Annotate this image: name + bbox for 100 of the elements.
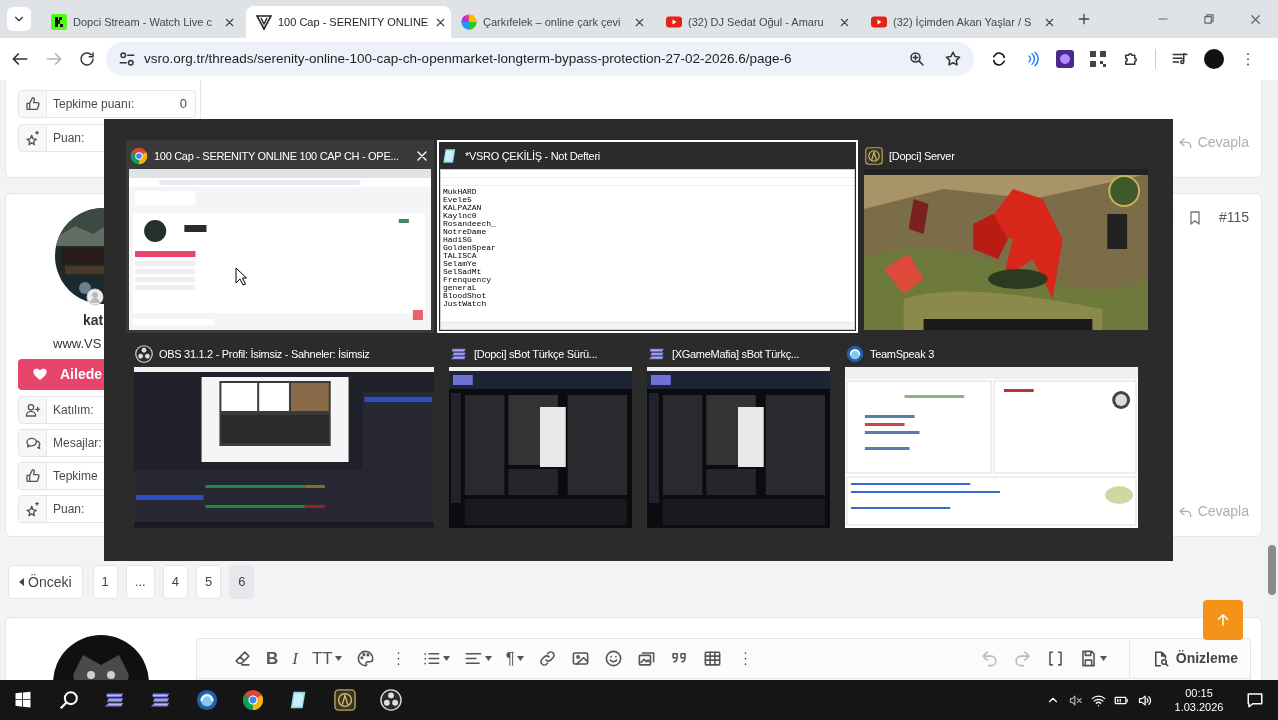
text-line: KALPAZAN — [443, 204, 482, 212]
preview-button[interactable]: Önizleme — [1143, 648, 1238, 669]
stat-label: Mesajlar: — [52, 434, 102, 452]
palette-icon[interactable] — [355, 649, 375, 668]
color-wheel-icon — [461, 14, 477, 30]
search-icon[interactable] — [58, 689, 80, 711]
headset-circle-icon[interactable] — [196, 689, 218, 711]
text-line: HadiSG — [443, 236, 472, 244]
table-icon[interactable] — [702, 649, 722, 668]
caret-icon[interactable] — [334, 656, 342, 661]
window-title: 100 Cap - SERENITY ONLINE 100 CAP CH - OPE... — [154, 148, 400, 164]
browser-tab[interactable]: 100 Cap - SERENITY ONLINE — [246, 6, 451, 38]
window-preview[interactable]: *VSRO ÇEKİLİŞ - Not Defteri MukHARD Evele5 KALPAZAN Kaylnc0 Rosandeech_ NotreDame HadiSG GoldenSpear TALISCA SelamYe SelSadMt Frenquency generaL BloodShot JustWatch — [437, 140, 858, 333]
caret-icon[interactable] — [516, 656, 524, 661]
window-preview[interactable]: TeamSpeak 3 — [842, 338, 1141, 531]
post-number-link[interactable]: #115 — [1214, 207, 1249, 228]
text-size-icon[interactable]: TT — [311, 650, 333, 667]
text-line: SelSadMt — [443, 268, 482, 276]
tab-title: Çarkıfelek – online çark çevi — [483, 14, 622, 30]
emblem-icon — [865, 147, 883, 165]
play-button-icon — [871, 14, 887, 30]
caret-left-icon — [19, 578, 24, 586]
italic-icon[interactable]: I — [292, 650, 298, 667]
stat-value: 0 — [179, 95, 188, 114]
page-button[interactable]: ... — [125, 565, 155, 599]
stat-label: Tepkime — [52, 467, 98, 485]
clock[interactable]: 00:15 1.03.2026 — [1166, 686, 1232, 714]
text-line: NotreDame — [443, 228, 487, 236]
scrollbar[interactable] — [1266, 80, 1278, 680]
chrome-icon — [130, 147, 148, 165]
media-icon[interactable] — [636, 649, 656, 668]
play-button-icon — [666, 14, 682, 30]
emblem-icon[interactable] — [334, 689, 356, 711]
browser-tab[interactable]: Dopci Stream - Watch Live c — [41, 6, 246, 38]
text-line: Rosandeech_ — [443, 220, 496, 228]
headset-circle-icon — [846, 345, 864, 363]
profile-avatar-icon[interactable] — [1204, 49, 1224, 69]
smiley-icon[interactable] — [603, 649, 623, 668]
window-title: [XGameMafia] sBot Türkç... — [672, 346, 801, 362]
tab-title: Dopci Stream - Watch Live c — [73, 14, 213, 30]
browser-tab[interactable]: (32) DJ Sedat Oğul - Amaru — [656, 6, 861, 38]
window-preview[interactable]: OBS 31.1.2 - Profil: İsimsiz - Sahneler: İsimsiz — [131, 338, 437, 531]
window-title: *VSRO ÇEKİLİŞ - Not Defteri — [465, 148, 601, 164]
link-icon[interactable] — [537, 649, 557, 668]
eraser-icon[interactable] — [233, 649, 252, 668]
restore-icon[interactable] — [1202, 12, 1216, 26]
notification-icon[interactable] — [1246, 691, 1264, 709]
page-button[interactable]: 5 — [195, 565, 222, 599]
reload-icon[interactable] — [78, 50, 96, 68]
username[interactable]: kat — [83, 310, 104, 331]
text-line: Evele5 — [443, 196, 472, 204]
window-preview[interactable]: [Dopci] Server — [861, 140, 1151, 333]
address-bar[interactable]: vsro.org.tr/threads/serenity-online-100-cap-ch-openmarket-longterm-bypass-protection-27-02-2026.6/page-6 — [106, 42, 974, 76]
thumbs-up-icon — [24, 96, 41, 112]
chrome-icon[interactable] — [242, 689, 264, 711]
browser-tab[interactable]: Çarkıfelek – online çark çevi — [451, 6, 656, 38]
zoom-icon[interactable] — [908, 50, 926, 68]
status-badge-icon — [86, 288, 104, 306]
tab-title: 100 Cap - SERENITY ONLINE — [278, 14, 429, 30]
site-settings-icon[interactable] — [118, 50, 136, 68]
sparkle-star-icon — [24, 500, 41, 517]
qr-code-icon[interactable] — [1089, 50, 1107, 68]
browser-tab[interactable]: (32) İçimden Akan Yaşlar / S — [861, 6, 1066, 38]
page-button[interactable]: 6 — [229, 565, 255, 599]
windows-start-icon[interactable] — [13, 690, 33, 710]
page-button[interactable]: 4 — [162, 565, 188, 599]
image-icon[interactable] — [570, 649, 590, 668]
caret-icon[interactable] — [1099, 656, 1107, 661]
follow-button[interactable]: Ailede — [18, 358, 105, 390]
user-title: www.VS — [53, 335, 102, 353]
bookmark-star-icon[interactable] — [944, 50, 962, 68]
app-extension-icon[interactable] — [1056, 50, 1074, 68]
text-line: SelamYe — [443, 260, 477, 268]
bold-icon[interactable]: B — [266, 650, 279, 667]
window-title: OBS 31.1.2 - Profil: İsimsiz - Sahneler: İsimsiz — [159, 346, 371, 362]
text-line: BloodShot — [443, 292, 487, 300]
page-button[interactable]: 1 — [92, 565, 118, 599]
text-line: JustWatch — [443, 300, 487, 308]
new-tab-icon[interactable] — [1076, 11, 1092, 27]
stat-label: Puan: — [52, 500, 85, 518]
user-plus-icon — [24, 401, 41, 418]
sync-arrows-icon[interactable] — [990, 50, 1008, 68]
previous-page-button[interactable]: Önceki — [8, 565, 83, 599]
text-line: Kaylnc0 — [443, 212, 477, 220]
url-text: vsro.org.tr/threads/serenity-online-100-cap-ch-openmarket-longterm-bypass-protection-27-02-2026.6/page-6 — [144, 49, 793, 68]
caret-icon[interactable] — [484, 656, 492, 661]
extensions-icon[interactable] — [1122, 50, 1140, 68]
text-line: MukHARD — [443, 188, 477, 196]
window-preview[interactable]: [Dopci] sBot Türkçe Sürü... — [446, 338, 635, 531]
caret-icon[interactable] — [442, 656, 450, 661]
tab-title: (32) İçimden Akan Yaşlar / S — [893, 14, 1033, 30]
tab-title: (32) DJ Sedat Oğul - Amaru — [688, 14, 825, 30]
window-preview[interactable]: [XGameMafia] sBot Türkç... — [644, 338, 833, 531]
paragraph-icon[interactable]: ¶ — [505, 650, 515, 667]
tab-search-button[interactable] — [7, 7, 31, 31]
window-preview[interactable]: 100 Cap - SERENITY ONLINE 100 CAP CH - OPE... — [126, 140, 434, 333]
window-title: [Dopci] Server — [889, 148, 956, 164]
window-title: TeamSpeak 3 — [870, 346, 935, 362]
stat-label: Puan: — [52, 130, 85, 147]
triangle-logo-icon — [256, 14, 272, 30]
